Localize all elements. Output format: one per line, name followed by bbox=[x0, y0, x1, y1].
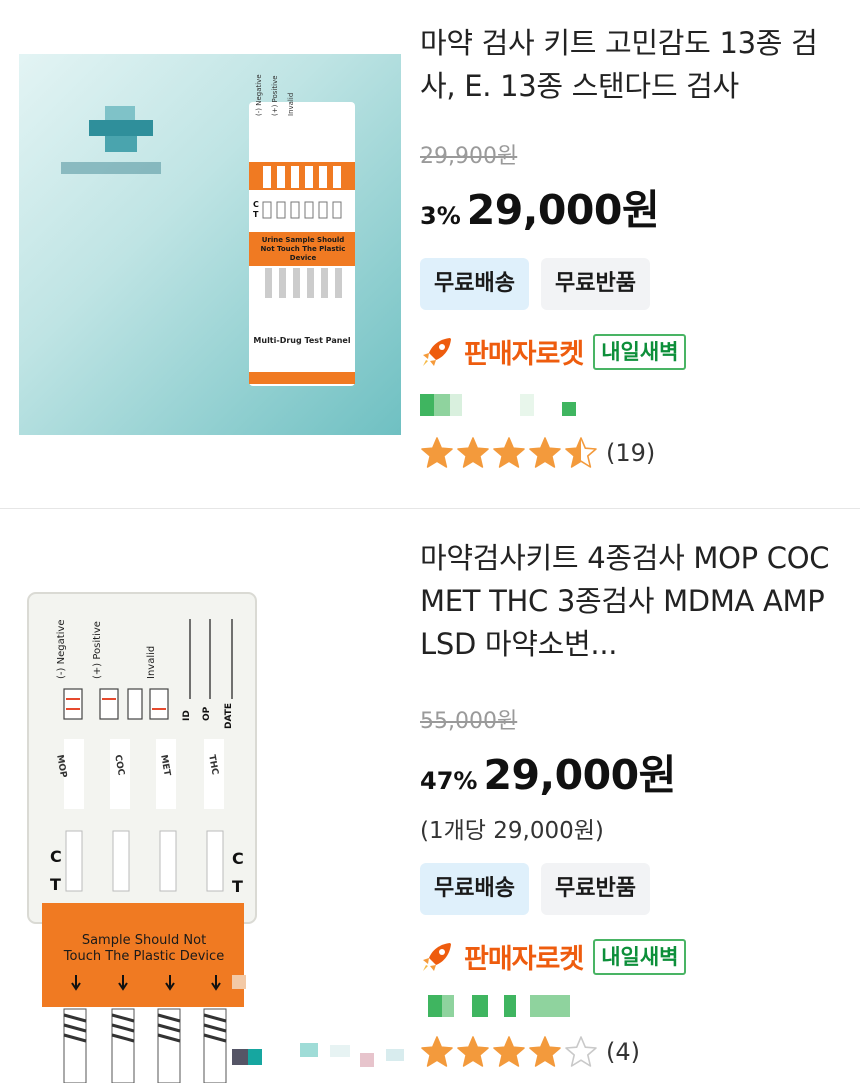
panel-header-label: (+) Positive bbox=[92, 621, 103, 679]
panel-label: Multi-Drug Test Panel bbox=[253, 336, 351, 345]
panel-mark-c: C bbox=[232, 849, 244, 868]
star-full-icon bbox=[457, 1036, 489, 1067]
rocket-icon bbox=[423, 942, 451, 971]
star-rating bbox=[420, 1035, 600, 1069]
review-count[interactable]: (19) bbox=[606, 439, 655, 467]
discount-rate: 47% bbox=[420, 767, 478, 795]
panel-mark-c: C bbox=[253, 200, 259, 209]
product-card-2[interactable]: (-) Negative (+) Positive Invalid ID OP … bbox=[0, 509, 860, 1083]
free-shipping-badge: 무료배송 bbox=[420, 863, 529, 915]
panel-header-label: (-) Negative bbox=[255, 74, 263, 116]
product-image[interactable]: (-) Negative (+) Positive Invalid C T Ur… bbox=[19, 54, 401, 435]
rocket-icon bbox=[423, 337, 451, 366]
original-price: 29,900원 bbox=[420, 144, 518, 169]
sale-price: 29,000원 bbox=[466, 186, 660, 234]
panel-mark-c: C bbox=[50, 847, 62, 866]
star-full-icon bbox=[421, 1036, 453, 1067]
star-rating bbox=[420, 436, 600, 470]
free-return-badge: 무료반품 bbox=[540, 258, 650, 310]
field-label-date: DATE bbox=[224, 702, 234, 729]
rating: (19) bbox=[420, 436, 655, 470]
panel-mark-t: T bbox=[50, 875, 61, 894]
blurred-delivery-info bbox=[420, 995, 580, 1017]
dawn-delivery-tag: 내일새벽 bbox=[593, 333, 687, 370]
unit-price: (1개당 29,000원) bbox=[420, 818, 604, 844]
field-label-id: ID bbox=[182, 710, 192, 721]
product-image[interactable]: (-) Negative (+) Positive Invalid ID OP … bbox=[0, 579, 410, 1083]
free-shipping-badge: 무료배송 bbox=[420, 258, 529, 310]
rating: (4) bbox=[420, 1035, 640, 1069]
star-full-icon bbox=[493, 437, 525, 468]
panel-header-label: (+) Positive bbox=[271, 75, 279, 116]
original-price: 55,000원 bbox=[420, 709, 518, 734]
panel-warning-text: Urine Sample Should Not Touch The Plasti… bbox=[260, 236, 346, 262]
review-count[interactable]: (4) bbox=[606, 1038, 640, 1066]
sale-price: 29,000원 bbox=[483, 751, 676, 799]
panel-mark-t: T bbox=[253, 210, 259, 219]
panel-header-label: (-) Negative bbox=[56, 619, 67, 679]
discount-rate: 3% bbox=[420, 202, 461, 230]
star-full-icon bbox=[421, 437, 453, 468]
blurred-delivery-info bbox=[420, 394, 590, 416]
star-half-icon bbox=[565, 437, 597, 468]
star-empty-icon bbox=[565, 1036, 597, 1067]
field-label-op: OP bbox=[202, 706, 212, 721]
product-title[interactable]: 마약검사키트 4종검사 MOP COC MET THC 3종검사 MDMA AM… bbox=[420, 537, 830, 666]
star-full-icon bbox=[529, 437, 561, 468]
star-full-icon bbox=[529, 1036, 561, 1067]
panel-warning-text: Sample Should Not Touch The Plastic Devi… bbox=[63, 933, 225, 964]
panel-mark-t: T bbox=[232, 877, 243, 896]
seller-rocket-label: 판매자로켓 bbox=[464, 339, 584, 370]
dawn-delivery-tag: 내일새벽 bbox=[593, 938, 687, 975]
panel-header-label: Invalid bbox=[287, 92, 295, 116]
product-title[interactable]: 마약 검사 키트 고민감도 13종 검사, E. 13종 스탠다드 검사 bbox=[420, 22, 830, 108]
product-card-1[interactable]: (-) Negative (+) Positive Invalid C T Ur… bbox=[0, 0, 860, 508]
panel-header-label: Invalid bbox=[146, 645, 157, 679]
seller-rocket-label: 판매자로켓 bbox=[464, 944, 584, 975]
free-return-badge: 무료반품 bbox=[540, 863, 650, 915]
star-full-icon bbox=[457, 437, 489, 468]
star-full-icon bbox=[493, 1036, 525, 1067]
